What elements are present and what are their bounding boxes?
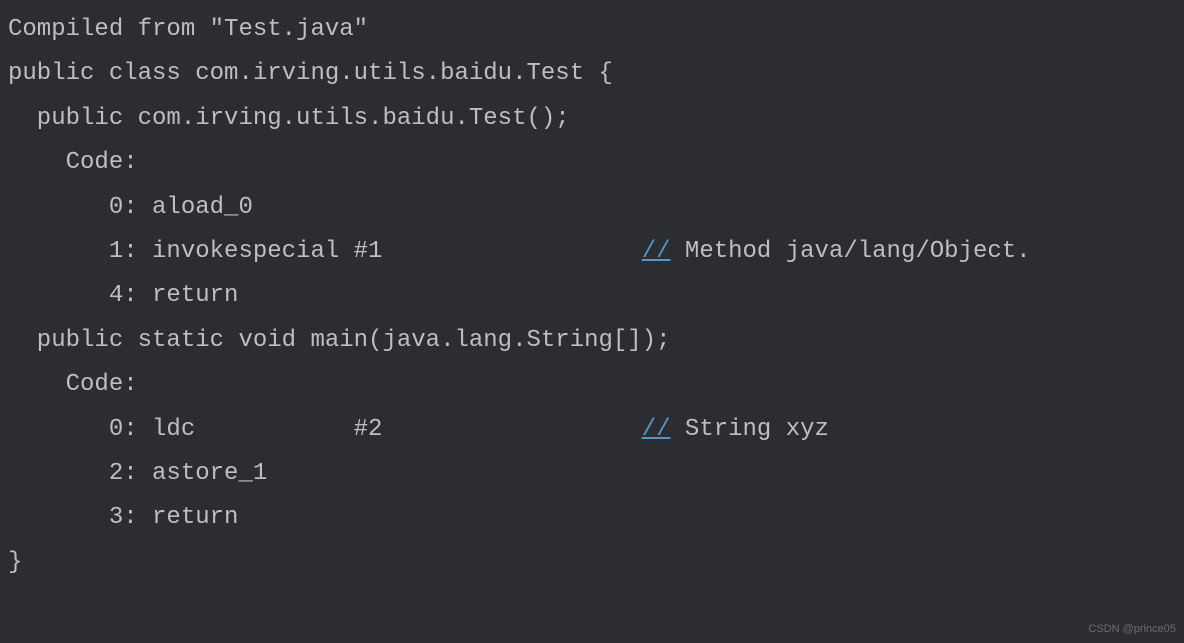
comment-text: Method java/lang/Object.: [671, 238, 1031, 265]
bytecode-line-code-label-2: Code:: [8, 363, 1184, 407]
bytecode-line-class-decl: public class com.irving.utils.baidu.Test…: [8, 52, 1184, 96]
bytecode-line-close-brace: }: [8, 541, 1184, 585]
bytecode-line-code-label: Code:: [8, 141, 1184, 185]
bytecode-line-invokespecial: 1: invokespecial #1 // Method java/lang/…: [8, 230, 1184, 274]
bytecode-line-aload0: 0: aload_0: [8, 186, 1184, 230]
comment-text: String xyz: [671, 416, 829, 443]
bytecode-line-return: 4: return: [8, 274, 1184, 318]
instruction-text: 0: ldc #2: [8, 416, 642, 443]
instruction-text: 1: invokespecial #1: [8, 238, 642, 265]
bytecode-line-main-decl: public static void main(java.lang.String…: [8, 319, 1184, 363]
comment-slashes-icon: //: [642, 416, 671, 443]
comment-slashes-icon: //: [642, 238, 671, 265]
bytecode-line-constructor: public com.irving.utils.baidu.Test();: [8, 97, 1184, 141]
bytecode-line-astore1: 2: astore_1: [8, 452, 1184, 496]
bytecode-line-return-2: 3: return: [8, 496, 1184, 540]
watermark-text: CSDN @prince05: [1088, 619, 1176, 639]
bytecode-line-compiled-from: Compiled from "Test.java": [8, 8, 1184, 52]
bytecode-line-ldc: 0: ldc #2 // String xyz: [8, 408, 1184, 452]
